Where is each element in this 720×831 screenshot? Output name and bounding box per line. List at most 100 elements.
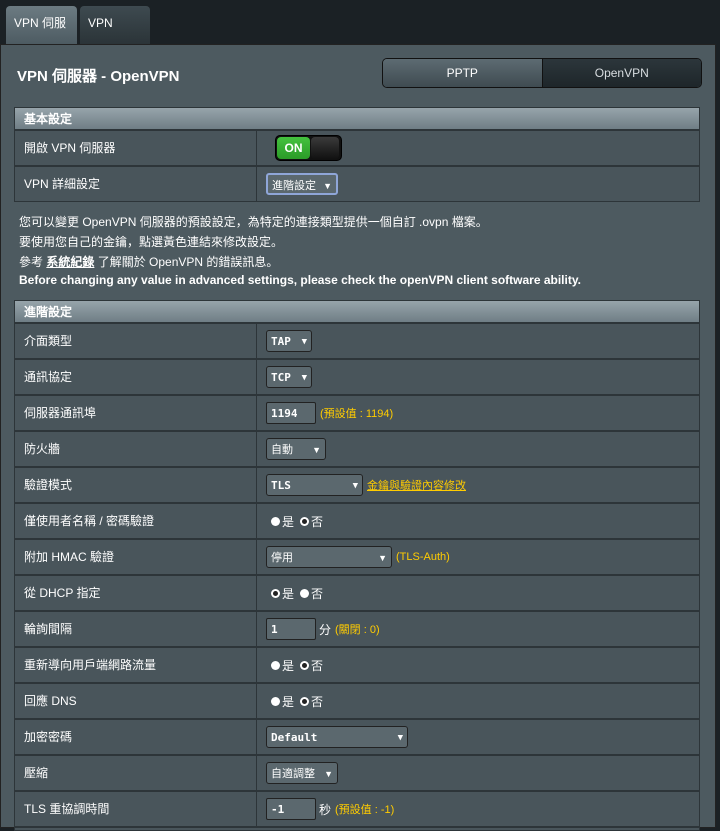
userpass-no-radio[interactable]: 否: [300, 513, 323, 530]
tls-renegotiation-row: TLS 重協調時間 -1 秒 (預設值 : -1): [14, 791, 700, 827]
description-line-4: Before changing any value in advanced se…: [19, 273, 581, 287]
userpass-only-row: 僅使用者名稱 / 密碼驗證 是 否: [14, 503, 700, 539]
redirect-traffic-label: 重新導向用戶端網路流量: [15, 648, 257, 682]
openvpn-segment[interactable]: OpenVPN: [542, 59, 701, 87]
firewall-label: 防火牆: [15, 432, 257, 466]
dns-no-radio[interactable]: 否: [300, 693, 323, 710]
desc-suffix: 了解關於 OpenVPN 的錯誤訊息。: [97, 255, 279, 269]
chevron-down-icon: ▼: [324, 769, 333, 779]
radio-checked-icon: [300, 696, 310, 706]
tls-renegotiation-input[interactable]: -1: [266, 798, 316, 820]
protocol-row: 通訊協定 TCP ▼: [14, 359, 700, 395]
userpass-yes-radio[interactable]: 是: [271, 513, 294, 530]
cipher-value: Default: [271, 731, 318, 744]
radio-checked-icon: [271, 588, 280, 598]
protocol-switch: PPTP OpenVPN: [382, 58, 702, 88]
radio-unchecked-icon: [271, 660, 280, 670]
tab-vpn-client[interactable]: VPN Client: [80, 6, 150, 64]
poll-interval-unit: 分: [319, 622, 332, 637]
vpn-detail-select[interactable]: 進階設定 ▼: [266, 173, 338, 195]
cipher-row: 加密密碼 Default ▼: [14, 719, 700, 755]
userpass-only-label: 僅使用者名稱 / 密碼驗證: [15, 504, 257, 538]
server-port-input[interactable]: 1194: [266, 402, 316, 424]
dhcp-label: 從 DHCP 指定: [15, 576, 257, 610]
firewall-value: 自動: [271, 444, 293, 456]
hmac-value: 停用: [271, 552, 293, 564]
vpn-detail-value: 進階設定: [272, 180, 316, 192]
respond-dns-label: 回應 DNS: [15, 684, 257, 718]
description-line-2: 要使用您自己的金鑰，點選黃色連結來修改設定。: [19, 235, 284, 249]
key-cert-edit-link[interactable]: 金鑰與驗證內容修改: [367, 477, 466, 493]
pptp-segment[interactable]: PPTP: [383, 59, 543, 87]
dhcp-no-radio[interactable]: 否: [300, 585, 323, 602]
dhcp-yes-radio[interactable]: 是: [271, 585, 294, 602]
compression-select[interactable]: 自適調整 ▼: [266, 762, 338, 784]
auth-mode-select[interactable]: TLS ▼: [266, 474, 363, 496]
dns-yes-radio[interactable]: 是: [271, 693, 294, 710]
cipher-label: 加密密碼: [15, 720, 257, 754]
radio-yes-label: 是: [282, 694, 295, 709]
radio-no-label: 否: [311, 514, 324, 529]
server-port-note: (預設值 : 1194): [320, 408, 394, 420]
server-port-label: 伺服器通訊埠: [15, 396, 257, 430]
chevron-down-icon: ▼: [301, 373, 307, 383]
firewall-select[interactable]: 自動 ▼: [266, 438, 326, 460]
enable-vpn-toggle[interactable]: ON: [275, 135, 342, 161]
radio-yes-label: 是: [282, 514, 295, 529]
enable-vpn-row: 開啟 VPN 伺服器 ON: [14, 130, 700, 166]
tls-renegotiation-label: TLS 重協調時間: [15, 792, 257, 826]
radio-checked-icon: [300, 660, 310, 670]
radio-no-label: 否: [311, 586, 324, 601]
redirect-yes-radio[interactable]: 是: [271, 657, 294, 674]
protocol-select[interactable]: TCP ▼: [266, 366, 312, 388]
interface-type-value: TAP: [271, 335, 291, 348]
radio-unchecked-icon: [300, 588, 310, 598]
description-line-3: 參考 系統紀錄 了解關於 OpenVPN 的錯誤訊息。: [19, 253, 278, 270]
respond-dns-row: 回應 DNS 是 否: [14, 683, 700, 719]
compression-value: 自適調整: [271, 768, 315, 780]
server-port-row: 伺服器通訊埠 1194 (預設值 : 1194): [14, 395, 700, 431]
chevron-down-icon: ▼: [301, 337, 307, 347]
chevron-down-icon: ▼: [323, 181, 332, 191]
radio-yes-label: 是: [282, 658, 295, 673]
system-log-link[interactable]: 系統紀錄: [46, 255, 94, 269]
radio-unchecked-icon: [271, 516, 280, 526]
radio-checked-icon: [300, 516, 310, 526]
interface-type-select[interactable]: TAP ▼: [266, 330, 312, 352]
poll-interval-label: 輪詢間隔: [15, 612, 257, 646]
hmac-label: 附加 HMAC 驗證: [15, 540, 257, 574]
toggle-knob: [311, 137, 339, 159]
dhcp-row: 從 DHCP 指定 是 否: [14, 575, 700, 611]
poll-interval-note: (關閉 : 0): [335, 624, 380, 636]
chevron-down-icon: ▼: [312, 445, 321, 455]
protocol-value: TCP: [271, 371, 291, 384]
auth-mode-row: 驗證模式 TLS ▼ 金鑰與驗證內容修改: [14, 467, 700, 503]
radio-unchecked-icon: [271, 696, 280, 706]
chevron-down-icon: ▼: [397, 733, 403, 743]
radio-yes-label: 是: [282, 586, 295, 601]
vpn-detail-row: VPN 詳細設定 進階設定 ▼: [14, 166, 700, 202]
tls-renegotiation-unit: 秒: [319, 802, 332, 817]
hmac-note: (TLS-Auth): [396, 551, 450, 563]
compression-label: 壓縮: [15, 756, 257, 790]
hmac-select[interactable]: 停用 ▼: [266, 546, 392, 568]
auth-mode-value: TLS: [271, 479, 291, 492]
enable-vpn-label: 開啟 VPN 伺服器: [15, 131, 257, 165]
desc-prefix: 參考: [19, 255, 44, 269]
hmac-row: 附加 HMAC 驗證 停用 ▼ (TLS-Auth): [14, 539, 700, 575]
redirect-no-radio[interactable]: 否: [300, 657, 323, 674]
auth-mode-label: 驗證模式: [15, 468, 257, 502]
tls-renegotiation-note: (預設值 : -1): [335, 804, 395, 816]
description-line-1: 您可以變更 OpenVPN 伺服器的預設設定，為特定的連接類型提供一個自訂 .o…: [19, 215, 488, 229]
tab-vpn-server[interactable]: VPN 伺服器: [6, 6, 77, 64]
main-panel: VPN 伺服器 - OpenVPN PPTP OpenVPN 基本設定 開啟 V…: [0, 44, 716, 831]
radio-no-label: 否: [311, 694, 324, 709]
poll-interval-input[interactable]: 1: [266, 618, 316, 640]
tab-bar: VPN 伺服器 VPN Client: [0, 0, 720, 64]
chevron-down-icon: ▼: [378, 553, 387, 563]
redirect-traffic-row: 重新導向用戶端網路流量 是 否: [14, 647, 700, 683]
radio-no-label: 否: [311, 658, 324, 673]
interface-type-label: 介面類型: [15, 324, 257, 358]
basic-settings-header: 基本設定: [14, 107, 700, 130]
cipher-select[interactable]: Default ▼: [266, 726, 408, 748]
